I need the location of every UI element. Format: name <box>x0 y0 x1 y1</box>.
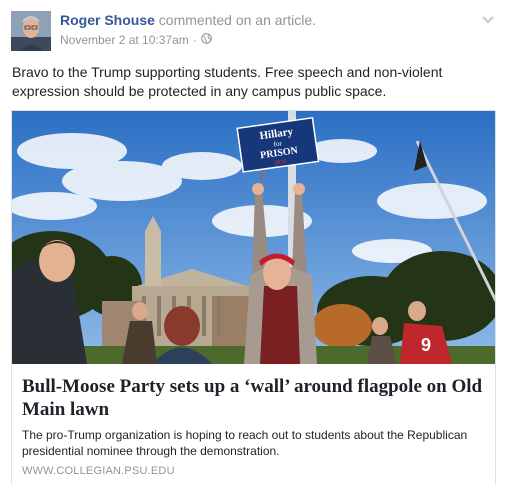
post-action-text: commented on an article. <box>158 12 316 28</box>
article-text[interactable]: Bull-Moose Party sets up a ‘wall’ around… <box>12 364 495 484</box>
article-headline[interactable]: Bull-Moose Party sets up a ‘wall’ around… <box>22 375 487 421</box>
article-domain: WWW.COLLEGIAN.PSU.EDU <box>22 465 175 477</box>
meta-separator: · <box>192 33 197 47</box>
post-meta: November 2 at 10:37am · <box>60 33 212 47</box>
chevron-down-icon[interactable] <box>481 12 495 24</box>
timestamp-link[interactable]: November 2 at 10:37am <box>60 33 189 47</box>
avatar[interactable] <box>11 11 51 51</box>
post-text: Bravo to the Trump supporting students. … <box>12 64 443 99</box>
globe-icon[interactable] <box>200 33 212 47</box>
post-header: Roger Shouse commented on an article. <box>60 12 316 28</box>
article-description: The pro-Trump organization is hoping to … <box>22 428 468 458</box>
jersey-number: 9 <box>421 335 431 355</box>
article-image[interactable]: 9 Hillary for PRISON 2016 <box>12 111 495 364</box>
feed-post: Roger Shouse commented on an article. No… <box>0 0 507 484</box>
author-link[interactable]: Roger Shouse <box>60 12 155 28</box>
article-card[interactable]: 9 Hillary for PRISON 2016 Bull-Moose Par… <box>11 110 496 484</box>
